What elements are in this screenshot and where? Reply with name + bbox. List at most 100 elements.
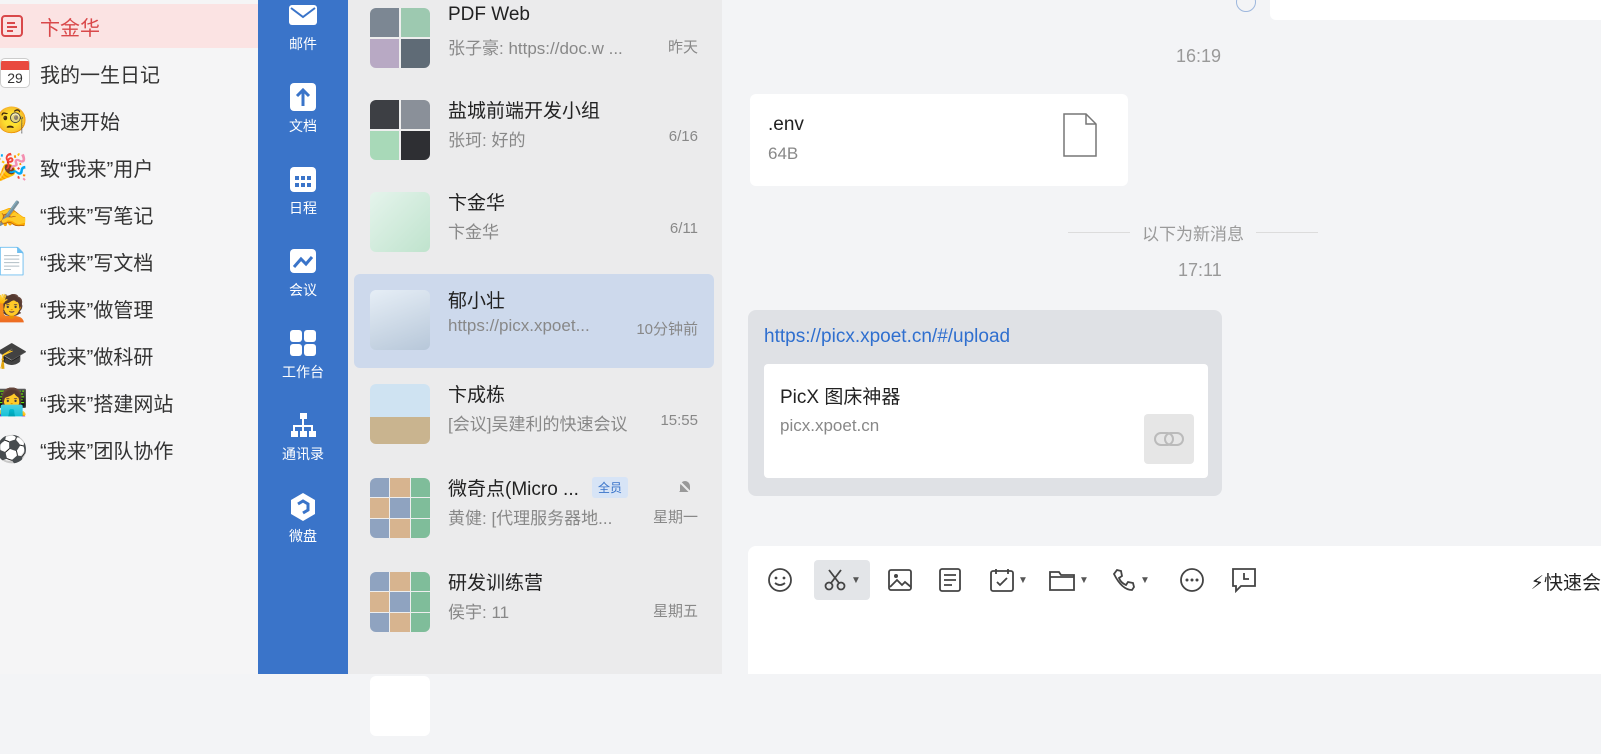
chevron-down-icon[interactable]: ▼ [1140,575,1150,586]
conversation-item[interactable]: PDF Web 张子豪: https://doc.w ... 昨天 [354,0,714,86]
file-message[interactable]: .env 64B [750,94,1128,186]
note-item-welcome[interactable]: 🎉 致“我来”用户 [0,145,258,189]
quick-meeting-label: 快速会 [1543,573,1601,594]
note-button[interactable] [932,560,968,600]
meeting-icon [288,246,318,276]
workbench-icon [288,328,318,358]
note-label: “我来”做科研 [40,346,154,369]
drive-icon [288,492,318,522]
contacts-icon [288,410,318,440]
note-item-website[interactable]: 👩‍💻 “我来”搭建网站 [0,380,258,424]
conversation-preview: https://picx.xpoet... [448,316,590,335]
link-preview-card[interactable]: PicX 图床神器 picx.xpoet.cn [764,364,1208,478]
emoji-button[interactable] [762,560,798,600]
note-label: “我来”做管理 [40,299,154,322]
emoji-icon [768,568,792,592]
conversation-name: 卞金华 [448,193,506,214]
avatar [370,676,430,736]
note-item-bianjinhua[interactable]: 卞金华 [0,4,258,48]
image-button[interactable] [882,560,918,600]
chevron-down-icon[interactable]: ▼ [851,575,861,586]
chevron-down-icon[interactable]: ▼ [1018,575,1028,586]
conversation-item-selected[interactable]: 郁小壮 https://picx.xpoet... 10分钟前 [354,274,714,368]
folder-button[interactable]: ▼ [1044,560,1094,600]
conversation-item[interactable]: 研发训练营 侯宇: 11 星期五 [354,556,714,650]
magnifier-emoji-icon: 🧐 [0,104,29,135]
nav-schedule[interactable]: 日程 [258,164,348,234]
conversation-preview: 卞金华 [448,223,499,242]
note-icon [939,568,961,592]
notes-sidebar: 卞金华 29 我的一生日记 🧐 快速开始 🎉 致“我来”用户 ✍️ “我来”写笔… [0,0,258,674]
mute-bell-icon [676,478,694,496]
message-link[interactable]: https://picx.xpoet.cn/#/upload [764,326,1010,348]
read-status-icon [1236,0,1256,12]
avatar [370,478,430,538]
nav-contacts[interactable]: 通讯录 [258,410,348,480]
file-size: 64B [768,144,799,163]
schedule-icon [990,569,1014,592]
calendar-icon: 29 [0,58,30,88]
reminder-button[interactable] [1224,560,1264,600]
more-icon [1180,568,1204,592]
writing-hand-icon: ✍️ [0,198,29,229]
message-composer[interactable]: ▼ ▼ ▼ ▼ ⚡快速会 [748,546,1601,674]
note-item-diary[interactable]: 29 我的一生日记 [0,51,258,95]
conversation-name: 郁小壮 [448,291,506,312]
graduation-cap-icon: 🎓 [0,339,29,370]
preview-domain: picx.xpoet.cn [780,416,880,435]
soccer-ball-icon: ⚽ [0,433,29,464]
note-item-quickstart[interactable]: 🧐 快速开始 [0,98,258,142]
lightning-icon: ⚡ [1530,573,1544,594]
note-item-docs[interactable]: 📄 “我来”写文档 [0,239,258,283]
note-item-research[interactable]: 🎓 “我来”做科研 [0,333,258,377]
nav-label: 日程 [289,200,317,216]
app-nav: 邮件 文档 日程 会议 工作台 通讯录 微盘 [258,0,348,674]
conversation-name: PDF Web [448,4,531,25]
nav-mail[interactable]: 邮件 [258,0,348,70]
chevron-down-icon[interactable]: ▼ [1079,575,1089,586]
nav-docs[interactable]: 文档 [258,82,348,152]
conversation-time: 10分钟前 [636,321,698,338]
screenshot-scissors-icon [824,569,846,591]
note-label: “我来”写文档 [40,252,154,275]
screenshot-button[interactable]: ▼ [814,560,870,600]
mail-icon [288,0,318,30]
conversation-time: 15:55 [660,412,698,429]
conversation-item[interactable]: 卞金华 卞金华 6/11 [354,176,714,270]
image-icon [888,569,912,591]
nav-label: 邮件 [289,36,317,52]
conversation-preview: 张子豪: https://doc.w ... [448,39,623,58]
link-chain-icon [1144,414,1194,464]
more-button[interactable] [1172,560,1212,600]
nav-label: 微盘 [289,528,317,544]
message-bubble [1270,0,1601,20]
note-item-notes[interactable]: ✍️ “我来”写笔记 [0,192,258,236]
note-label: 快速开始 [40,111,120,134]
conversation-item[interactable]: 卞成栋 [会议]吴建利的快速会议 15:55 [354,368,714,462]
new-messages-divider: 以下为新消息 [1068,220,1318,244]
note-label: 致“我来”用户 [40,158,154,181]
conversation-item[interactable]: 盐城前端开发小组 张珂: 好的 6/16 [354,84,714,178]
conversation-list: PDF Web 张子豪: https://doc.w ... 昨天 盐城前端开发… [348,0,722,736]
note-item-manage[interactable]: 🙋 “我来”做管理 [0,286,258,330]
conversation-preview: 侯宇: 11 [448,603,510,622]
document-icon [288,82,318,112]
nav-workbench[interactable]: 工作台 [258,328,348,398]
link-message: https://picx.xpoet.cn/#/upload PicX 图床神器… [748,310,1222,496]
conversation-item[interactable]: 微奇点(Micro ... 全员 黄健: [代理服务器地... 星期一 [354,462,714,556]
schedule-button[interactable]: ▼ [984,560,1034,600]
nav-meeting[interactable]: 会议 [258,246,348,316]
avatar [370,384,430,444]
message-timestamp: 17:11 [1178,260,1222,280]
quick-meeting-button[interactable]: ⚡快速会 [1531,568,1601,595]
note-label: 卞金华 [40,17,100,40]
call-button[interactable]: ▼ [1106,560,1156,600]
page-icon: 📄 [0,245,29,276]
conversation-preview: [会议]吴建利的快速会议 [448,415,628,434]
all-members-badge: 全员 [592,477,629,498]
nav-drive[interactable]: 微盘 [258,492,348,562]
note-item-team[interactable]: ⚽ “我来”团队协作 [0,427,258,471]
nav-label: 会议 [289,282,317,298]
conversation-item[interactable] [354,660,714,754]
technologist-icon: 👩‍💻 [0,386,29,417]
